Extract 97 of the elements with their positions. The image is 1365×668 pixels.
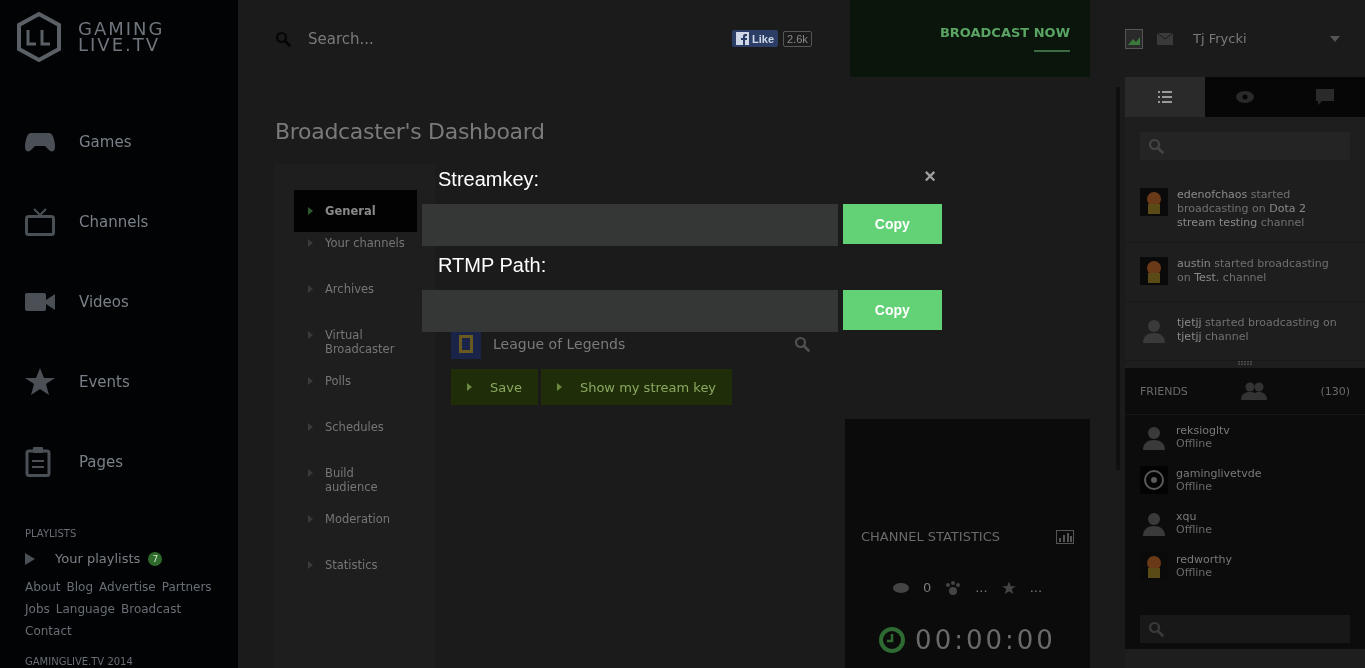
clipboard-icon [25, 447, 51, 477]
caret-icon [308, 207, 313, 215]
field-label: RTMP Path: [438, 253, 547, 278]
search-field[interactable] [1140, 132, 1350, 160]
activity-text: austin started broadcasting on Test. channel [1177, 257, 1329, 284]
logo-text[interactable]: GAMING LIVE.TV [78, 21, 165, 53]
user-name[interactable]: Tj Frycki [1193, 31, 1316, 46]
nav-link[interactable]: Channels [79, 213, 149, 231]
panel-tab[interactable] [1125, 77, 1205, 117]
search-field[interactable]: Search... [306, 28, 510, 49]
copyright-text: GAMINGLIVE.TV 2014 [25, 656, 134, 667]
activity-text: tjetjj started broadcasting on tjetjj channel [1177, 316, 1337, 343]
input-field[interactable] [422, 204, 838, 246]
count-badge: 7 [148, 551, 163, 566]
broadcast-button[interactable]: BROADCAST NOW [850, 0, 1090, 77]
logo-icon [16, 12, 62, 62]
friend-name[interactable]: redworthy [1176, 552, 1233, 566]
caret-icon [308, 515, 313, 523]
paw-icon [945, 580, 962, 595]
nav-link[interactable]: Games [79, 133, 132, 151]
page-title: Broadcaster's Dashboard [275, 119, 546, 144]
stats-title: CHANNEL STATISTICS [861, 529, 1000, 544]
friend-status: Offline [1176, 479, 1214, 493]
field-label: Streamkey: [438, 167, 540, 192]
caret-icon [556, 383, 562, 391]
footer-link[interactable]: Contact [25, 624, 72, 638]
caret-icon [308, 469, 313, 477]
menu-item[interactable]: Moderation [294, 512, 417, 554]
like-count: 2.6k [783, 30, 812, 47]
friend-name[interactable]: reksiogltv [1176, 423, 1230, 437]
game-name: League of Legends [492, 336, 627, 352]
action-button[interactable]: Save [451, 369, 538, 405]
friend-name[interactable]: gaminglivetvde [1176, 466, 1262, 480]
nav-link[interactable]: Videos [79, 293, 129, 311]
envelope-icon [1157, 32, 1173, 45]
caret-icon [467, 383, 472, 391]
menu-item[interactable]: Build audience [294, 466, 417, 508]
menu-item[interactable]: Schedules [294, 420, 417, 462]
broken-image-icon [1125, 28, 1143, 49]
footer-link[interactable]: Language [55, 602, 115, 616]
star-icon [1001, 580, 1016, 595]
caret-icon [308, 561, 313, 569]
menu-item[interactable]: General [294, 190, 417, 232]
menu-item[interactable]: Statistics [294, 558, 417, 600]
eye-icon [1236, 91, 1254, 103]
facebook-icon [736, 32, 749, 45]
footer-link[interactable]: Jobs [25, 602, 50, 616]
list-icon [1158, 91, 1172, 103]
footer-link[interactable]: About [25, 580, 61, 594]
caret-down-icon [1330, 35, 1340, 42]
search-icon [1148, 621, 1164, 637]
caret-icon [308, 331, 313, 339]
footer-link[interactable]: Broadcast [121, 602, 182, 616]
friend-status: Offline [1176, 436, 1214, 450]
friend-status: Offline [1176, 565, 1214, 579]
facebook-like-button[interactable]: Like [732, 30, 778, 47]
viewer-count: 0 [922, 580, 932, 595]
search-icon [794, 336, 810, 352]
footer-link[interactable]: Partners [161, 580, 212, 594]
input-field[interactable] [422, 290, 838, 332]
friend-name[interactable]: xqu [1176, 509, 1213, 523]
favorite-count: ... [1029, 580, 1043, 595]
caret-icon [308, 377, 313, 385]
menu-item[interactable]: Polls [294, 374, 417, 416]
play-icon [25, 552, 35, 565]
friend-status: Offline [1176, 522, 1213, 536]
bar-chart-icon [1056, 529, 1074, 544]
friends-count: (130) [1320, 384, 1350, 398]
footer-link[interactable]: Advertise [99, 580, 156, 594]
follower-count: ... [975, 580, 988, 595]
section-heading: PLAYLISTS [25, 528, 78, 539]
people-icon [1241, 382, 1268, 400]
activity-text: edenofchaos started broadcasting on Dota 2 stream testing channel [1177, 188, 1306, 229]
search-icon [1148, 138, 1164, 154]
nav-link[interactable]: Pages [79, 453, 124, 471]
caret-icon [308, 285, 313, 293]
menu-item[interactable]: Virtual Broadcaster [294, 328, 417, 370]
gamepad-icon [25, 131, 55, 153]
nav-link[interactable]: Events [79, 373, 130, 391]
drag-handle-icon[interactable] [1238, 361, 1252, 365]
friends-title: FRIENDS [1140, 384, 1188, 398]
eye-icon [892, 582, 909, 593]
stream-timer: 00:00:00 [915, 625, 1056, 655]
action-button[interactable]: Show my stream key [540, 369, 733, 405]
caret-icon [308, 423, 313, 431]
search-field[interactable] [1140, 615, 1350, 643]
star-icon [25, 368, 55, 396]
playlist-link[interactable]: Your playlists [55, 551, 141, 566]
video-camera-icon [25, 292, 55, 312]
caret-icon [308, 239, 313, 247]
clock-icon [879, 627, 906, 653]
chat-icon [1316, 89, 1334, 105]
menu-item[interactable]: Archives [294, 282, 417, 324]
tv-icon [25, 208, 55, 236]
close-button[interactable]: × [924, 166, 936, 186]
menu-item[interactable]: Your channels [294, 236, 417, 278]
footer-link[interactable]: Blog [66, 580, 93, 594]
